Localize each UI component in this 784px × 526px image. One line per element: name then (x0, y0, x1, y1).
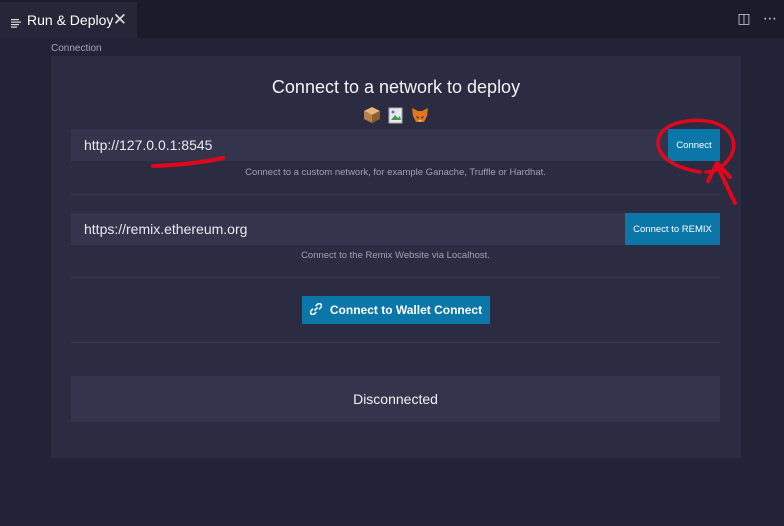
connect-button[interactable]: Connect (668, 129, 720, 161)
status-text: Disconnected (353, 391, 438, 407)
close-icon[interactable]: ✕ (113, 10, 127, 30)
divider (71, 342, 720, 343)
link-icon (309, 302, 323, 318)
tab-title: Run & Deploy (27, 12, 114, 28)
tab-actions: ◫ ⋯ (736, 10, 778, 26)
remix-url-input[interactable] (71, 213, 625, 245)
remix-row: Connect to REMIX (71, 213, 720, 245)
metamask-fox-icon[interactable] (410, 105, 430, 125)
broken-image-icon[interactable] (386, 105, 406, 125)
wallet-connect-label: Connect to Wallet Connect (329, 303, 483, 317)
section-label: Connection (51, 43, 102, 54)
more-actions-icon[interactable]: ⋯ (762, 10, 778, 26)
wallet-icons (51, 104, 741, 126)
ganache-icon[interactable] (362, 105, 382, 125)
connection-panel: Connect to a network to deploy http://12… (51, 56, 741, 458)
connection-status: Disconnected (71, 376, 720, 422)
custom-network-row: Connect (71, 129, 720, 161)
divider (71, 277, 720, 278)
list-icon (11, 15, 21, 28)
tab-run-deploy[interactable]: Run & Deploy ✕ (0, 2, 137, 38)
wallet-connect-button[interactable]: Connect to Wallet Connect (302, 296, 490, 324)
custom-network-url-input[interactable] (71, 129, 668, 161)
connect-to-remix-button[interactable]: Connect to REMIX (625, 213, 720, 245)
split-editor-icon[interactable]: ◫ (736, 10, 752, 26)
panel-title: Connect to a network to deploy (271, 77, 521, 97)
editor-tab-bar: Run & Deploy ✕ ◫ ⋯ (0, 0, 784, 38)
custom-network-hint: Connect to a custom network, for example… (245, 167, 546, 178)
divider (71, 194, 720, 195)
remix-hint: Connect to the Remix Website via Localho… (301, 250, 490, 261)
